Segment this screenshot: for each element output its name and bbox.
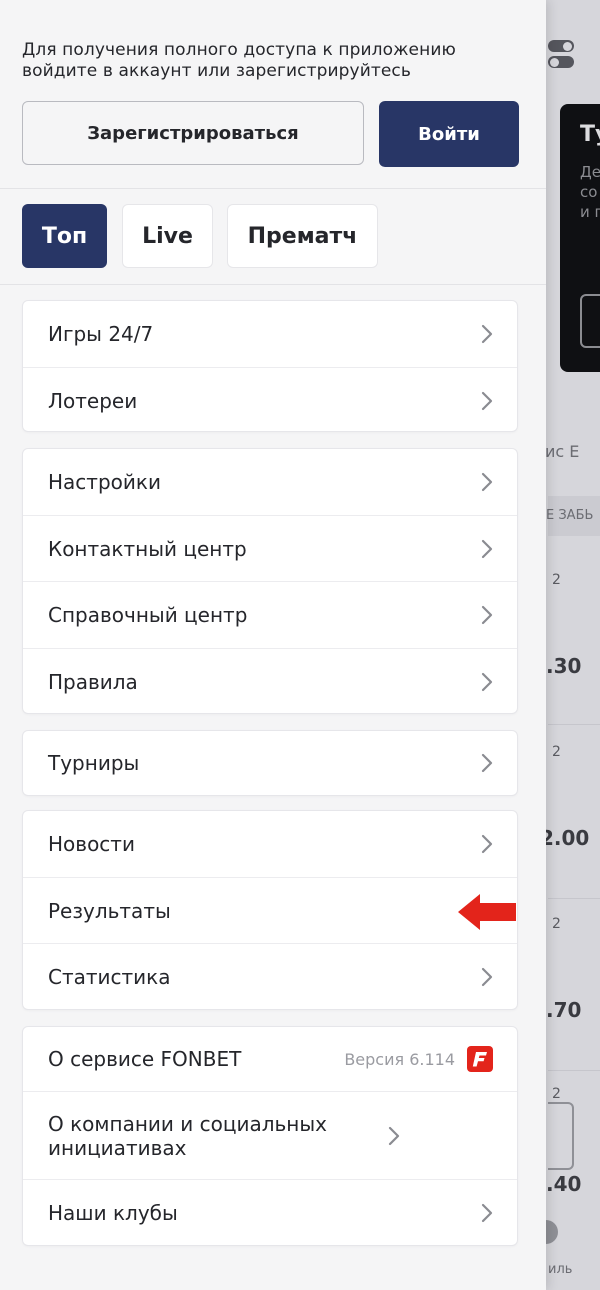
chevron-right-icon bbox=[388, 1126, 400, 1146]
annotation-arrow-icon bbox=[458, 894, 516, 930]
background-tabs: ис Е bbox=[545, 442, 580, 461]
menu-item-label: Наши клубы bbox=[48, 1200, 178, 1225]
menu-item-tournaments[interactable]: Турниры bbox=[23, 731, 517, 795]
divider bbox=[0, 188, 546, 189]
login-button[interactable]: Войти bbox=[379, 101, 519, 167]
menu-item-settings[interactable]: Настройки bbox=[23, 449, 517, 515]
chevron-right-icon bbox=[481, 472, 493, 492]
menu-group-settings: Настройки Контактный центр Справочный це… bbox=[22, 448, 518, 714]
chevron-right-icon bbox=[481, 605, 493, 625]
menu-item-about-service[interactable]: О сервисе FONBET Версия 6.114 bbox=[23, 1027, 517, 1091]
menu-item-label: Справочный центр bbox=[48, 603, 248, 627]
odds-value[interactable]: .30 bbox=[546, 654, 581, 678]
promo-banner-text: Де со и г bbox=[580, 163, 600, 221]
menu-item-label: О сервисе FONBET bbox=[48, 1047, 242, 1071]
odds-column-label: 2 bbox=[552, 916, 561, 932]
odds-value[interactable]: 2.00 bbox=[540, 826, 589, 850]
background-section-header-text: Е ЗАБЬ bbox=[546, 508, 594, 523]
menu-item-lotteries[interactable]: Лотереи bbox=[23, 367, 517, 433]
odds-column-label: 2 bbox=[552, 744, 561, 760]
menu-item-statistics[interactable]: Статистика bbox=[23, 943, 517, 1009]
menu-item-games-24-7[interactable]: Игры 24/7 bbox=[23, 301, 517, 367]
menu-item-results[interactable]: Результаты bbox=[23, 877, 517, 943]
divider bbox=[0, 284, 546, 285]
chevron-right-icon bbox=[481, 753, 493, 773]
menu-item-label: Результаты bbox=[48, 898, 171, 923]
menu-item-label: Турниры bbox=[48, 751, 140, 775]
menu-item-about-company[interactable]: О компании и социальных инициативах bbox=[23, 1091, 517, 1179]
tab-prematch[interactable]: Прематч bbox=[227, 204, 378, 268]
background-section-header: Е ЗАБЬ bbox=[546, 496, 600, 536]
fonbet-logo-icon bbox=[467, 1046, 493, 1072]
menu-group-games: Игры 24/7 Лотереи bbox=[22, 300, 518, 432]
menu-item-label: Статистика bbox=[48, 964, 171, 989]
menu-item-help-center[interactable]: Справочный центр bbox=[23, 581, 517, 648]
side-menu-drawer: Для получения полного доступа к приложен… bbox=[0, 0, 546, 1290]
chevron-right-icon bbox=[481, 391, 493, 411]
chevron-right-icon bbox=[481, 1203, 493, 1223]
app-version: Версия 6.114 bbox=[344, 1049, 455, 1069]
menu-item-rules[interactable]: Правила bbox=[23, 648, 517, 714]
promo-banner[interactable]: Ту Де со и г bbox=[560, 104, 600, 372]
auth-notice: Для получения полного доступа к приложен… bbox=[22, 40, 456, 81]
odds-column-label: 2 bbox=[552, 1086, 561, 1102]
tab-top[interactable]: Топ bbox=[22, 204, 107, 268]
promo-banner-button[interactable] bbox=[580, 294, 600, 348]
menu-item-label: Лотереи bbox=[48, 388, 138, 413]
background-input-box[interactable] bbox=[548, 1102, 574, 1170]
menu-item-label: Правила bbox=[48, 669, 138, 694]
chevron-right-icon bbox=[481, 672, 493, 692]
chevron-right-icon bbox=[481, 967, 493, 987]
menu-group-tournaments: Турниры bbox=[22, 730, 518, 796]
menu-item-label: Игры 24/7 bbox=[48, 322, 154, 346]
menu-group-about: О сервисе FONBET Версия 6.114 О компании… bbox=[22, 1026, 518, 1246]
tab-live[interactable]: Live bbox=[122, 204, 213, 268]
chevron-right-icon bbox=[481, 324, 493, 344]
menu-group-news: Новости Результаты Статистика bbox=[22, 810, 518, 1010]
toggle-icon[interactable] bbox=[548, 36, 576, 72]
menu-item-our-clubs[interactable]: Наши клубы bbox=[23, 1179, 517, 1245]
odds-column-label: 2 bbox=[552, 572, 561, 588]
menu-item-contact-center[interactable]: Контактный центр bbox=[23, 515, 517, 581]
promo-banner-title: Ту bbox=[580, 122, 600, 147]
odds-value[interactable]: .70 bbox=[546, 998, 581, 1022]
menu-item-news[interactable]: Новости bbox=[23, 811, 517, 877]
chevron-right-icon bbox=[481, 834, 493, 854]
odds-value[interactable]: .40 bbox=[546, 1172, 581, 1196]
menu-item-label: Контактный центр bbox=[48, 536, 247, 561]
register-button[interactable]: Зарегистрироваться bbox=[22, 101, 364, 165]
menu-item-label: Новости bbox=[48, 832, 135, 856]
menu-item-label: О компании и социальных инициативах bbox=[48, 1111, 327, 1160]
nav-profile-label: иль bbox=[548, 1262, 573, 1277]
chevron-right-icon bbox=[481, 539, 493, 559]
menu-item-label: Настройки bbox=[48, 470, 161, 494]
